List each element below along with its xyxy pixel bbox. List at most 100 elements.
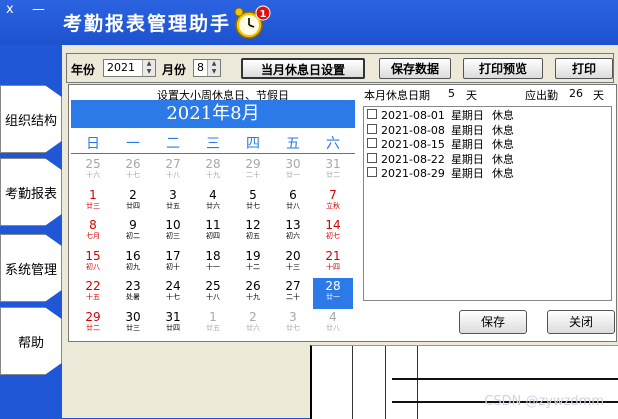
calendar-day[interactable]: 27 二十 (273, 278, 313, 309)
checkbox[interactable] (367, 152, 377, 163)
sidebar-item-org[interactable]: 组织结构 (0, 85, 62, 153)
calendar-day[interactable]: 24 十七 (153, 278, 193, 309)
calendar-day[interactable]: 30 廿三 (113, 309, 153, 340)
calendar-day[interactable]: 31 廿二 (313, 156, 353, 187)
window-minimize-button[interactable]: x (6, 2, 14, 17)
day-number: 28 (325, 279, 341, 293)
calendar-day[interactable]: 5 廿七 (233, 187, 273, 218)
calendar-day[interactable]: 13 初六 (273, 217, 313, 248)
calendar-day[interactable]: 21 十四 (313, 248, 353, 279)
day-number: 13 (285, 218, 301, 232)
rest-date: 2021-08-29 (381, 167, 445, 180)
calendar-day[interactable]: 6 廿八 (273, 187, 313, 218)
weekday-label: 四 (246, 136, 260, 152)
lunar-label: 廿七 (286, 323, 300, 332)
calendar-day[interactable]: 12 初五 (233, 217, 273, 248)
day-number: 7 (329, 187, 337, 202)
list-item[interactable]: 2021-08-15 星期日 休息 (367, 138, 514, 151)
sidebar-item-system[interactable]: 系统管理 (0, 234, 62, 302)
calendar-day[interactable]: 1 廿三 (73, 187, 113, 218)
calendar-day[interactable]: 2 廿六 (233, 309, 273, 340)
calendar-day[interactable]: 3 廿七 (273, 309, 313, 340)
calendar-day[interactable]: 11 初四 (193, 217, 233, 248)
calendar-day[interactable]: 31 廿四 (153, 309, 193, 340)
calendar-day[interactable]: 16 初九 (113, 248, 153, 279)
calendar-day[interactable]: 10 初三 (153, 217, 193, 248)
calendar-day[interactable]: 25 十八 (193, 278, 233, 309)
calendar-day[interactable]: 26 十九 (233, 278, 273, 309)
calendar-day[interactable]: 4 廿六 (193, 187, 233, 218)
spinner-arrows-icon[interactable]: ▲ ▼ (207, 60, 220, 76)
print-button[interactable]: 打印 (555, 58, 613, 79)
rest-date: 2021-08-15 (381, 138, 445, 151)
calendar-day[interactable]: 2 廿四 (113, 187, 153, 218)
list-item[interactable]: 2021-08-01 星期日 休息 (367, 109, 514, 122)
lunar-label: 廿二 (86, 323, 100, 332)
day-number: 3 (169, 187, 177, 202)
calendar-day[interactable]: 7 立秋 (313, 187, 353, 218)
calendar-day[interactable]: 26 十七 (113, 156, 153, 187)
checkbox[interactable] (367, 123, 377, 134)
calendar-day[interactable]: 29 二十 (233, 156, 273, 187)
calendar-day[interactable]: 1 廿五 (193, 309, 233, 340)
sidebar-item-help[interactable]: 帮助 (0, 307, 62, 375)
calendar-day[interactable]: 23 处暑 (113, 278, 153, 309)
rest-weekday: 星期日 (450, 109, 484, 122)
day-number: 14 (325, 218, 341, 232)
calendar-day[interactable]: 28 廿一 (313, 278, 353, 309)
calendar-day[interactable]: 19 十二 (233, 248, 273, 279)
save-data-button[interactable]: 保存数据 (379, 58, 451, 79)
rest-unit: 天 (466, 89, 477, 102)
calendar-day[interactable]: 30 廿一 (273, 156, 313, 187)
list-item[interactable]: 2021-08-22 星期日 休息 (367, 152, 514, 166)
day-number: 30 (285, 157, 301, 171)
calendar-day[interactable]: 14 初七 (313, 217, 353, 248)
rest-day-settings-button[interactable]: 当月休息日设置 (241, 58, 365, 79)
calendar-day[interactable]: 8 七月 (73, 217, 113, 248)
lunar-label: 初五 (246, 232, 260, 240)
day-number: 10 (165, 218, 181, 232)
window-close-button[interactable]: — (32, 2, 45, 17)
lunar-label: 十九 (246, 293, 260, 301)
calendar-day[interactable]: 17 初十 (153, 248, 193, 279)
checkbox[interactable] (367, 167, 377, 177)
calendar-day[interactable]: 4 廿八 (313, 309, 353, 340)
main-content: 年份 2021 ▲ ▼ 月份 8 ▲ ▼ 当月休息日设置 保存数据 打印预览 打印 … (62, 45, 618, 419)
year-spinner[interactable]: 2021 ▲ ▼ (103, 59, 156, 77)
rest-status: 休息 (491, 109, 514, 122)
calendar-day[interactable]: 29 廿二 (73, 309, 113, 340)
calendar-day[interactable]: 28 十九 (193, 156, 233, 187)
calendar-day[interactable]: 20 十三 (273, 248, 313, 279)
sidebar-item-attendance[interactable]: 考勤报表 (0, 158, 62, 226)
year-label: 年份 (71, 63, 96, 77)
calendar-title[interactable]: 2021年8月 (71, 100, 355, 128)
calendar-day[interactable]: 25 十六 (73, 156, 113, 187)
list-item[interactable]: 2021-08-29 星期日 休息 (367, 167, 514, 180)
weekday-label: 六 (326, 136, 340, 152)
alarm-clock-icon: 1 (234, 5, 271, 39)
month-spinner[interactable]: 8 ▲ ▼ (193, 59, 221, 77)
rest-day-list[interactable]: 2021-08-01 星期日 休息 2021-08-08 星期日 休息 2021-08-15… (363, 106, 612, 301)
rest-count: 5 (448, 87, 455, 100)
rest-date: 2021-08-01 (381, 109, 445, 122)
toolbar: 年份 2021 ▲ ▼ 月份 8 ▲ ▼ 当月休息日设置 保存数据 打印预览 打印 (66, 53, 614, 83)
sidebar-item-label: 组织结构 (4, 113, 57, 129)
rest-day-dialog: 设置大小周休息日、节假日 本月休息日期 5 天 应出勤 26 天 2021年8月… (68, 84, 617, 342)
calendar-day[interactable]: 3 廿五 (153, 187, 193, 218)
print-preview-button[interactable]: 打印预览 (463, 58, 543, 79)
calendar-day[interactable]: 18 十一 (193, 248, 233, 279)
save-button[interactable]: 保存 (459, 310, 527, 334)
calendar-day[interactable]: 22 十五 (73, 278, 113, 309)
calendar-day[interactable]: 15 初八 (73, 248, 113, 279)
checkbox[interactable] (367, 109, 377, 119)
lunar-label: 二十 (286, 293, 300, 301)
lunar-label: 廿六 (246, 323, 260, 332)
checkbox[interactable] (367, 138, 377, 148)
list-item[interactable]: 2021-08-08 星期日 休息 (367, 123, 514, 137)
rest-status: 休息 (491, 152, 514, 166)
calendar-day[interactable]: 27 十八 (153, 156, 193, 187)
calendar-day[interactable]: 9 初二 (113, 217, 153, 248)
lunar-label: 七月 (86, 232, 100, 240)
close-button[interactable]: 关闭 (547, 310, 615, 334)
spinner-arrows-icon[interactable]: ▲ ▼ (142, 60, 155, 76)
